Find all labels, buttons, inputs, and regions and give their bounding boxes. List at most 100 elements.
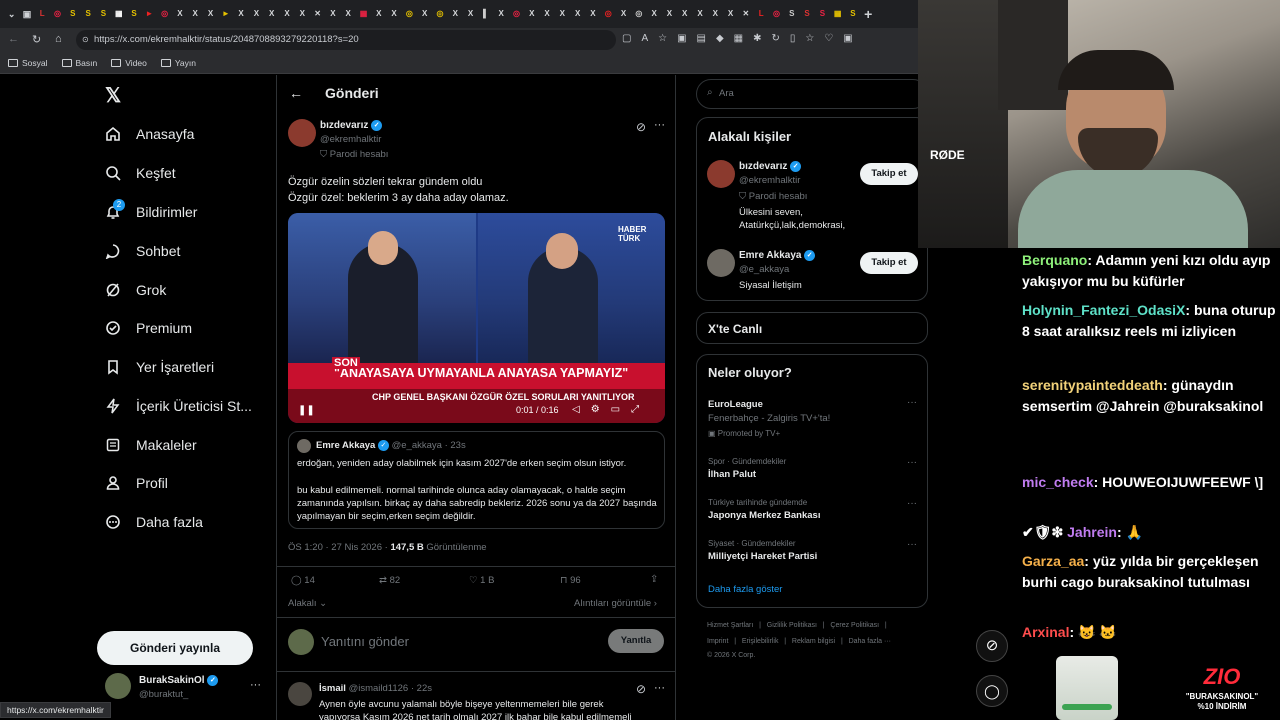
browser-tab[interactable]: X <box>616 0 631 28</box>
nav-more[interactable]: Daha fazla <box>104 513 203 531</box>
bookmark-sosyal[interactable]: Sosyal <box>8 58 48 68</box>
person-avatar[interactable] <box>707 160 735 188</box>
reply-author-avatar[interactable] <box>288 682 312 706</box>
pause-icon[interactable]: ❚❚ <box>298 405 315 416</box>
reply-button[interactable]: Yanıtla <box>608 629 664 653</box>
share-icon[interactable]: ⇪ <box>650 574 658 585</box>
like-action[interactable]: ♡ 1 B <box>469 575 494 586</box>
browser-tab[interactable]: ▦ <box>830 0 845 28</box>
browser-tab[interactable]: X <box>646 0 661 28</box>
repost-action[interactable]: ⇄ 82 <box>379 575 400 586</box>
browser-tab[interactable]: S <box>96 0 111 28</box>
browser-tab[interactable]: X <box>325 0 340 28</box>
person-avatar[interactable] <box>707 249 735 277</box>
browser-tab[interactable]: ✕ <box>738 0 753 28</box>
browser-tab[interactable]: X <box>279 0 294 28</box>
browser-tab[interactable]: ◎ <box>432 0 447 28</box>
post-button[interactable]: Gönderi yayınla <box>97 631 253 665</box>
browser-tab[interactable]: X <box>448 0 463 28</box>
sort-relevant[interactable]: Alakalı ⌄ <box>288 598 327 609</box>
trend-menu-icon[interactable]: ··· <box>907 498 917 509</box>
home-icon[interactable]: ⌂ <box>55 33 62 45</box>
browser-tab[interactable]: S <box>126 0 141 28</box>
browser-tab[interactable]: X <box>386 0 401 28</box>
nav-creator-studio[interactable]: İçerik Üreticisi St... <box>104 397 252 415</box>
person-name[interactable]: bızdevarız ✓ <box>739 161 802 172</box>
url-field[interactable]: ⊙ https://x.com/ekremhalktir/status/2048… <box>76 30 616 50</box>
browser-tab[interactable]: ◎ <box>769 0 784 28</box>
browser-tab[interactable]: ► <box>142 0 157 28</box>
browser-tab[interactable]: L <box>35 0 50 28</box>
browser-tab[interactable]: X <box>662 0 677 28</box>
browser-tab[interactable]: X <box>295 0 310 28</box>
reply-menu-icon[interactable]: ··· <box>654 682 665 694</box>
trend-menu-icon[interactable]: ··· <box>907 539 917 550</box>
browser-tab[interactable]: X <box>494 0 509 28</box>
trend-title[interactable]: İlhan Palut <box>708 469 756 480</box>
nav-grok[interactable]: Grok <box>104 281 166 299</box>
browser-tab[interactable]: X <box>233 0 248 28</box>
browser-tab[interactable]: S <box>80 0 95 28</box>
nav-explore[interactable]: Keşfet <box>104 164 176 182</box>
browser-tab[interactable]: X <box>417 0 432 28</box>
browser-tab[interactable]: S <box>784 0 799 28</box>
new-tab-icon[interactable]: + <box>861 0 876 28</box>
site-info-icon[interactable]: ⊙ <box>82 30 89 50</box>
reply-action[interactable]: ◯ 14 <box>291 575 315 586</box>
browser-tab[interactable]: X <box>463 0 478 28</box>
nav-profile[interactable]: Profil <box>104 474 168 492</box>
browser-tab[interactable]: X <box>555 0 570 28</box>
browser-tab[interactable]: S <box>815 0 830 28</box>
browser-tab[interactable]: X <box>708 0 723 28</box>
nav-chat[interactable]: Sohbet <box>104 242 180 260</box>
quoted-tweet[interactable]: Emre Akkaya ✓ @e_akkaya · 23s erdoğan, y… <box>288 431 665 529</box>
author-handle[interactable]: @ekremhalktir <box>320 134 381 145</box>
live-card[interactable]: X'te Canlı <box>696 312 928 344</box>
follow-button[interactable]: Takip et <box>860 252 918 274</box>
browser-tab[interactable]: S <box>799 0 814 28</box>
nav-home[interactable]: Anasayfa <box>104 125 194 143</box>
nav-premium[interactable]: Premium <box>104 319 192 337</box>
x-logo-icon[interactable]: 𝕏 <box>105 83 121 108</box>
video-controls-icons[interactable]: ◁⚙▭⤢ <box>572 404 650 415</box>
bookmark-yayin[interactable]: Yayın <box>160 58 196 68</box>
bookmark-action[interactable]: ⊓ 96 <box>560 575 581 586</box>
browser-tab[interactable]: ◎ <box>50 0 65 28</box>
browser-tab[interactable]: ◎ <box>631 0 646 28</box>
browser-tab[interactable]: ▦ <box>111 0 126 28</box>
trend-menu-icon[interactable]: ··· <box>907 397 917 408</box>
toolbar-icons[interactable]: ▢A☆▣▤◆▦✱↻▯☆♡▣ <box>622 33 863 44</box>
browser-tab[interactable]: X <box>172 0 187 28</box>
grok-explain-icon[interactable]: ⊘ <box>636 120 646 134</box>
grok-explain-icon[interactable]: ⊘ <box>636 682 646 696</box>
browser-tab[interactable]: X <box>341 0 356 28</box>
trend-title[interactable]: Japonya Merkez Bankası <box>708 510 820 521</box>
trend-menu-icon[interactable]: ··· <box>907 457 917 468</box>
author-name[interactable]: bızdevarız ✓ <box>320 120 383 131</box>
person-name[interactable]: Emre Akkaya ✓ <box>739 250 816 261</box>
browser-tab[interactable]: ◎ <box>601 0 616 28</box>
browser-tab[interactable]: S <box>65 0 80 28</box>
browser-tab[interactable]: X <box>677 0 692 28</box>
account-menu-icon[interactable]: ··· <box>250 679 261 691</box>
nav-notifications[interactable]: 2 Bildirimler <box>104 199 197 221</box>
bookmark-basin[interactable]: Basın <box>61 58 97 68</box>
browser-tab[interactable]: ✕ <box>310 0 325 28</box>
browser-tab[interactable]: X <box>585 0 600 28</box>
browser-tab[interactable]: X <box>570 0 585 28</box>
trend-title[interactable]: Fenerbahçe - Zalgiris TV+'ta! <box>708 413 830 424</box>
workspaces-icon[interactable]: ▣ <box>19 0 34 28</box>
browser-tab[interactable]: X <box>371 0 386 28</box>
bookmark-video[interactable]: Video <box>111 58 147 68</box>
author-avatar[interactable] <box>288 119 316 147</box>
browser-tab[interactable]: X <box>692 0 707 28</box>
footer-links-2[interactable]: Imprint | Erişilebilirlik | Reklam bilgi… <box>707 638 891 645</box>
tweet-menu-icon[interactable]: ··· <box>654 119 665 131</box>
grok-float-icon[interactable]: ⊘ <box>976 630 1008 662</box>
browser-tab[interactable]: X <box>203 0 218 28</box>
search-box[interactable]: ⌕ Ara <box>696 79 928 109</box>
browser-tab[interactable]: ◎ <box>402 0 417 28</box>
tab-menu-icon[interactable]: ⌄ <box>4 0 19 28</box>
messages-float-icon[interactable]: ◯ <box>976 675 1008 707</box>
browser-tab[interactable]: X <box>723 0 738 28</box>
